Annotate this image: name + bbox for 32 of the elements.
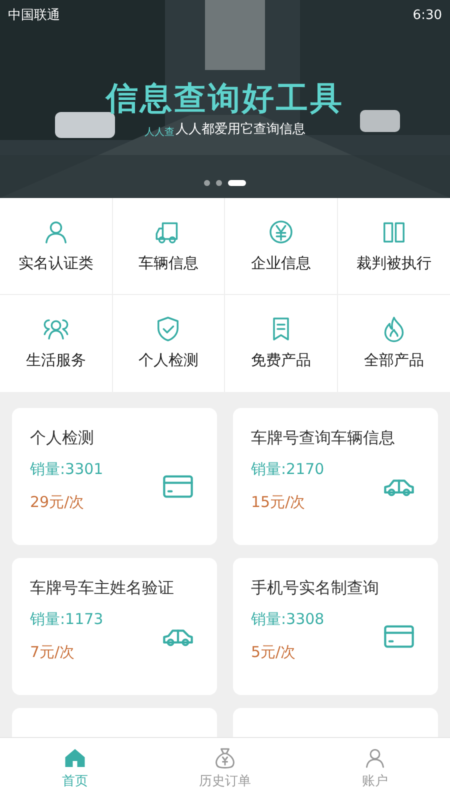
product-card[interactable]: 手机号实名制查询 销量:3308 5元/次 [233, 558, 438, 695]
sales-count: 销量:3301 [30, 459, 104, 480]
category-item[interactable]: 个人检测 [112, 295, 225, 392]
sales-count: 销量:1173 [30, 609, 104, 630]
product-price: 5元/次 [251, 642, 297, 662]
product-card[interactable]: 车牌号查询车辆信息 销量:2170 15元/次 [233, 408, 438, 545]
category-item[interactable]: 免费产品 [225, 295, 338, 392]
product-price: 15元/次 [251, 492, 306, 512]
product-price: 7元/次 [30, 642, 76, 662]
category-item[interactable]: 车辆信息 [112, 198, 225, 295]
product-price: 29元/次 [30, 492, 86, 512]
product-title: 车牌号车主姓名验证 [30, 577, 175, 599]
sales-count: 销量:2170 [251, 459, 324, 480]
yen-coin-icon [266, 218, 295, 246]
category-item[interactable]: 裁判被执行 [338, 198, 450, 295]
product-title: 车牌号查询车辆信息 [251, 427, 396, 449]
category-item[interactable]: 企业信息 [225, 198, 338, 295]
logo-text: 人人查 [144, 127, 174, 139]
product-title: 手机号实名制查询 [251, 577, 380, 599]
carrier-name: 中国联通 [8, 7, 60, 25]
banner-title: 信息查询好工具 [106, 78, 344, 118]
product-title: 个人检测 [30, 427, 95, 449]
status-time: 6:30 [412, 7, 442, 25]
banner-subtitle: 人人都爱用它查询信息 [176, 120, 306, 138]
person-icon [363, 746, 387, 770]
sales-count: 销量:3308 [251, 609, 324, 630]
product-card[interactable]: 车牌号车主姓名验证 销量:1173 7元/次 [12, 558, 217, 695]
product-card[interactable]: 个人检测 销量:3301 29元/次 [12, 408, 217, 545]
category-item[interactable]: 生活服务 [0, 295, 112, 392]
category-item[interactable]: 全部产品 [338, 295, 450, 392]
money-bag-icon [213, 746, 237, 770]
category-item[interactable]: 实名认证类 [0, 198, 112, 295]
